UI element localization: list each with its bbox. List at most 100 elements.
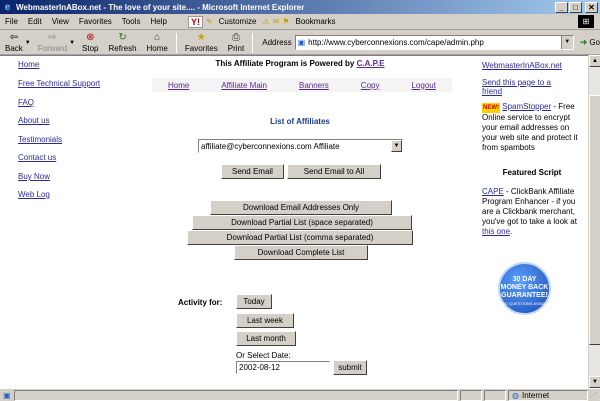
pencil-icon[interactable]: ✎ xyxy=(206,17,213,26)
money-back-guarantee-badge[interactable]: 30 DAY MONEY BACK GUARANTEE! NO QUESTION… xyxy=(498,262,551,315)
address-bar[interactable]: ▣ http://www.cyberconnexions.com/cape/ad… xyxy=(294,35,574,50)
back-label: Back xyxy=(5,44,23,53)
maximize-button[interactable]: □ xyxy=(569,1,582,13)
download-email-only-button[interactable]: Download Email Addresses Only xyxy=(210,200,392,215)
affiliate-select[interactable]: affiliate@cyberconnexions.com Affiliate … xyxy=(198,139,403,153)
minimize-button[interactable]: _ xyxy=(555,1,568,13)
affiliate-nav: Home Affiliate Main Banners Copy Logout xyxy=(152,78,452,92)
vertical-scrollbar[interactable]: ▲ ▼ xyxy=(588,55,600,388)
send-email-all-button[interactable]: Send Email to All xyxy=(287,164,381,179)
go-label: Go xyxy=(589,38,600,47)
status-bar: ▣ ◍ Internet ⋰ xyxy=(0,388,600,401)
nav-free-technical-support[interactable]: Free Technical Support xyxy=(18,79,100,88)
nav-faq[interactable]: FAQ xyxy=(18,98,34,107)
print-button[interactable]: ⎙ Print xyxy=(223,32,249,53)
zone-label: Internet xyxy=(521,390,550,400)
cape-link[interactable]: C.A.P.E xyxy=(357,59,385,68)
menu-file[interactable]: File xyxy=(0,17,23,26)
nav-about-us[interactable]: About us xyxy=(18,116,50,125)
menu-bar: File Edit View Favorites Tools Help Y! ✎… xyxy=(0,14,600,30)
guarantee-small: NO QUESTIONS ASKED xyxy=(501,301,548,306)
send-email-button[interactable]: Send Email xyxy=(221,164,284,179)
submit-button[interactable]: submit xyxy=(333,360,367,375)
site-link[interactable]: WebmasterInABox.net xyxy=(482,61,562,70)
nav-testimonials[interactable]: Testimonials xyxy=(18,135,62,144)
send-page-link[interactable]: Send this page to a xyxy=(482,78,551,87)
affiliate-select-value: affiliate@cyberconnexions.com Affiliate xyxy=(201,141,340,151)
last-month-button[interactable]: Last month xyxy=(236,331,296,346)
mail-icon[interactable]: ✉ xyxy=(273,17,280,26)
scroll-down-icon[interactable]: ▼ xyxy=(589,376,600,388)
refresh-button[interactable]: ↻ Refresh xyxy=(104,32,142,53)
ie-logo-icon: e xyxy=(4,1,11,13)
customize-button[interactable]: Customize xyxy=(216,17,260,26)
print-label: Print xyxy=(227,44,245,53)
tab-copy[interactable]: Copy xyxy=(361,81,380,90)
window-controls: _ □ ✕ xyxy=(555,1,598,13)
title-bar: e WebmasterInABox.net - The love of your… xyxy=(0,0,600,14)
cape-sidebar-link[interactable]: CAPE xyxy=(482,187,504,196)
tab-logout[interactable]: Logout xyxy=(411,81,435,90)
guarantee-line-2: MONEY BACK xyxy=(500,284,549,291)
menu-help[interactable]: Help xyxy=(145,17,171,26)
left-nav: Home Free Technical Support FAQ About us… xyxy=(8,56,123,388)
tab-home[interactable]: Home xyxy=(168,81,189,90)
refresh-icon: ↻ xyxy=(118,32,127,43)
nav-contact-us[interactable]: Contact us xyxy=(18,153,56,162)
status-cell xyxy=(484,389,506,401)
bookmarks-icon[interactable]: ⚑ xyxy=(282,17,289,26)
menu-tools[interactable]: Tools xyxy=(117,17,146,26)
forward-dropdown-icon[interactable]: ▼ xyxy=(69,40,75,46)
date-input[interactable]: 2002-08-12 xyxy=(236,361,330,374)
download-partial-space-button[interactable]: Download Partial List (space separated) xyxy=(192,215,412,230)
address-dropdown-icon[interactable]: ▼ xyxy=(560,36,573,49)
page-content: Home Free Technical Support FAQ About us… xyxy=(0,55,588,388)
menu-view[interactable]: View xyxy=(47,17,74,26)
guarantee-line-3: GUARANTEE! xyxy=(501,292,548,299)
nav-web-log[interactable]: Web Log xyxy=(18,190,50,199)
home-button[interactable]: ⌂ Home xyxy=(142,32,173,53)
this-one-link[interactable]: this one xyxy=(482,227,510,236)
send-page-link-2[interactable]: friend xyxy=(482,87,502,96)
today-button[interactable]: Today xyxy=(236,294,272,309)
close-button[interactable]: ✕ xyxy=(585,1,598,13)
go-button[interactable]: ➜ Go xyxy=(580,37,600,48)
refresh-label: Refresh xyxy=(108,44,137,53)
menu-edit[interactable]: Edit xyxy=(23,17,47,26)
home-label: Home xyxy=(146,44,168,53)
spamstopper-link[interactable]: SpamStopper xyxy=(502,102,551,111)
scroll-thumb[interactable] xyxy=(589,95,600,345)
right-sidebar: WebmasterInABox.net Send this page to a … xyxy=(476,56,584,388)
tab-banners[interactable]: Banners xyxy=(299,81,329,90)
windows-flag-icon: ⊞ xyxy=(578,15,594,28)
tab-affiliate-main[interactable]: Affiliate Main xyxy=(221,81,267,90)
powered-by-line: This Affiliate Program is Powered by C.A… xyxy=(130,59,470,68)
last-week-button[interactable]: Last week xyxy=(236,313,294,328)
activity-label: Activity for: xyxy=(178,298,223,307)
alert-icon[interactable]: ⚠ xyxy=(262,17,269,26)
forward-button[interactable]: ⇨ Forward xyxy=(33,32,72,53)
stop-button[interactable]: ⊗ Stop xyxy=(77,32,103,53)
forward-label: Forward xyxy=(37,44,68,53)
chevron-down-icon[interactable]: ▼ xyxy=(391,140,402,152)
yahoo-logo-button[interactable]: Y! xyxy=(187,15,203,28)
scroll-up-icon[interactable]: ▲ xyxy=(589,55,600,67)
address-input[interactable]: http://www.cyberconnexions.com/cape/admi… xyxy=(308,38,561,47)
featured-script-heading: Featured Script xyxy=(502,168,562,177)
back-dropdown-icon[interactable]: ▼ xyxy=(25,40,31,46)
bookmarks-button[interactable]: Bookmarks xyxy=(292,17,338,26)
stop-icon: ⊗ xyxy=(86,32,95,43)
nav-buy-now[interactable]: Buy Now xyxy=(18,172,50,181)
go-arrow-icon: ➜ xyxy=(579,37,588,47)
yahoo-toolbar: Y! ✎ Customize ⚠ ✉ ⚑ Bookmarks xyxy=(187,15,339,28)
resize-grip-icon[interactable]: ⋰ xyxy=(588,391,600,399)
menu-favorites[interactable]: Favorites xyxy=(74,17,117,26)
cape-blurb: CAPE - ClickBank Affiliate Program Enhan… xyxy=(482,187,582,237)
download-complete-button[interactable]: Download Complete List xyxy=(234,245,368,260)
back-button[interactable]: ⇦ Back xyxy=(0,32,28,53)
status-text-panel xyxy=(13,389,458,401)
favorites-button[interactable]: ★ Favorites xyxy=(180,32,223,53)
back-arrow-icon: ⇦ xyxy=(9,32,19,43)
nav-home[interactable]: Home xyxy=(18,60,39,69)
download-partial-comma-button[interactable]: Download Partial List (comma separated) xyxy=(187,230,413,245)
